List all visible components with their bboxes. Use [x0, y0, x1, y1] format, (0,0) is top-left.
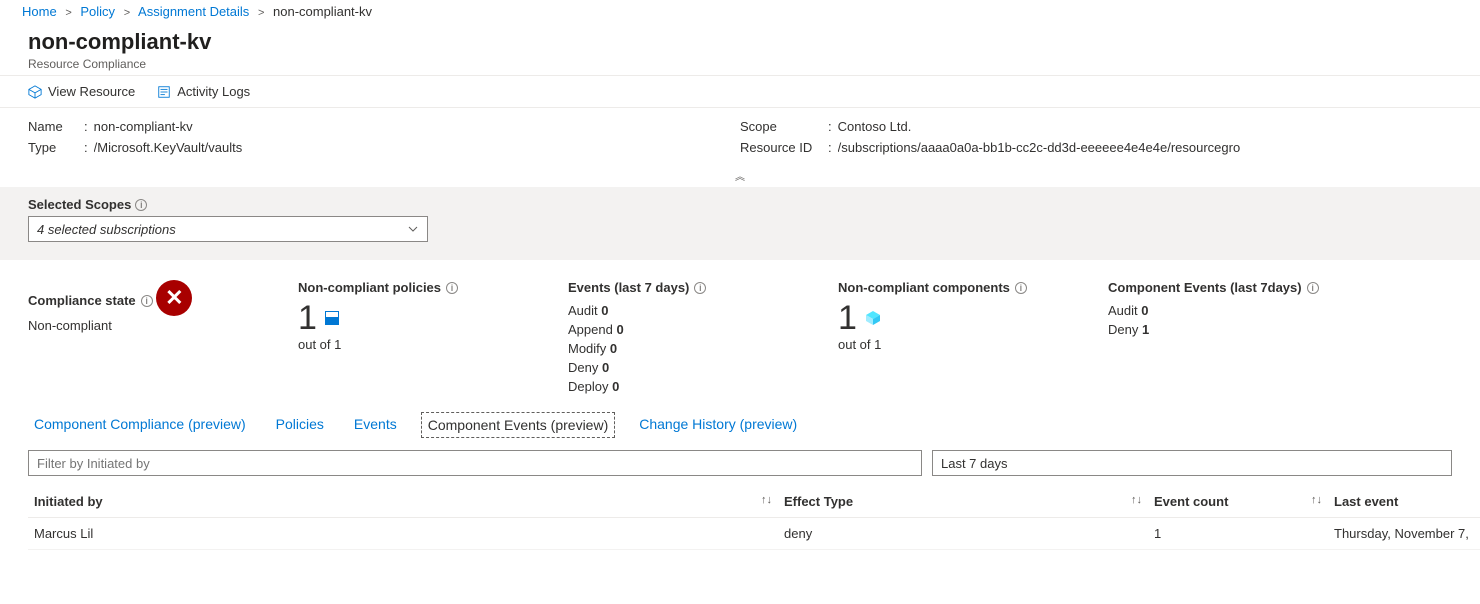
chevron-right-icon: > — [60, 7, 76, 19]
breadcrumb-current: non-compliant-kv — [273, 4, 372, 19]
time-range-select[interactable]: Last 7 days — [932, 450, 1452, 476]
cube-outline-icon — [28, 85, 42, 99]
prop-type-value: /Microsoft.KeyVault/vaults — [94, 140, 243, 155]
col-event-count[interactable]: Event count — [1154, 494, 1228, 509]
activity-logs-label: Activity Logs — [177, 84, 250, 99]
prop-resid-label: Resource ID — [740, 140, 822, 155]
prop-name-value: non-compliant-kv — [94, 119, 193, 134]
tabs: Component Compliance (preview) Policies … — [0, 406, 1480, 446]
info-icon[interactable]: i — [135, 199, 147, 211]
info-icon[interactable]: i — [141, 295, 153, 307]
col-last-event[interactable]: Last event — [1334, 494, 1398, 509]
stat-non-compliant-policies: Non-compliant policies i 1 out of 1 — [298, 280, 568, 396]
prop-type-label: Type — [28, 140, 78, 155]
chevron-down-icon — [407, 223, 419, 235]
table-row[interactable]: Marcus Lil deny 1 Thursday, November 7, — [28, 518, 1480, 550]
time-range-value: Last 7 days — [941, 456, 1008, 471]
sort-icon[interactable]: ↑↓ — [1307, 494, 1322, 506]
component-icon — [865, 310, 881, 326]
stat-events: Events (last 7 days) i Audit 0 Append 0 … — [568, 280, 838, 396]
prop-scope-label: Scope — [740, 119, 822, 134]
toolbar: View Resource Activity Logs — [0, 76, 1480, 107]
info-icon[interactable]: i — [1015, 282, 1027, 294]
compliance-state-label: Compliance state — [28, 293, 136, 308]
stats-row: Compliance state i ✕ Non-compliant Non-c… — [0, 260, 1480, 406]
policy-icon — [325, 311, 339, 325]
scopes-block: Selected Scopes i 4 selected subscriptio… — [0, 187, 1480, 260]
prop-scope-value: Contoso Ltd. — [838, 119, 912, 134]
cell-initiated: Marcus Lil — [28, 518, 778, 550]
stat-compliance-state: Compliance state i ✕ Non-compliant — [28, 280, 298, 396]
non-compliant-comp-num: 1 — [838, 301, 857, 335]
page-title: non-compliant-kv — [28, 29, 1452, 55]
chevron-right-icon: > — [253, 7, 269, 19]
non-compliant-policies-sub: out of 1 — [298, 337, 568, 352]
stat-non-compliant-components: Non-compliant components i 1 out of 1 — [838, 280, 1108, 396]
breadcrumb-policy[interactable]: Policy — [80, 4, 115, 19]
non-compliant-comp-label: Non-compliant components — [838, 280, 1010, 295]
prop-name-label: Name — [28, 119, 78, 134]
scopes-select[interactable]: 4 selected subscriptions — [28, 216, 428, 242]
filter-row: Last 7 days — [0, 446, 1480, 480]
breadcrumb-assignment[interactable]: Assignment Details — [138, 4, 249, 19]
log-icon — [157, 85, 171, 99]
compliance-state-value: Non-compliant — [28, 318, 298, 333]
view-resource-button[interactable]: View Resource — [28, 84, 135, 99]
tab-component-events[interactable]: Component Events (preview) — [421, 412, 616, 438]
events-label: Events (last 7 days) — [568, 280, 689, 295]
cell-last: Thursday, November 7, — [1328, 518, 1480, 550]
non-compliant-comp-sub: out of 1 — [838, 337, 1108, 352]
breadcrumb-home[interactable]: Home — [22, 4, 57, 19]
filter-initiated-by-input[interactable] — [28, 450, 922, 476]
info-icon[interactable]: i — [1307, 282, 1319, 294]
scopes-label: Selected Scopes i — [28, 197, 147, 212]
tab-events[interactable]: Events — [348, 412, 403, 438]
info-icon[interactable]: i — [446, 282, 458, 294]
view-resource-label: View Resource — [48, 84, 135, 99]
chevron-right-icon: > — [119, 7, 135, 19]
collapse-chevron-icon[interactable]: ︽ — [0, 168, 1480, 187]
page-subtitle: Resource Compliance — [28, 57, 1452, 71]
breadcrumb: Home > Policy > Assignment Details > non… — [0, 0, 1480, 23]
stat-component-events: Component Events (last 7days) i Audit 0 … — [1108, 280, 1378, 396]
sort-icon[interactable]: ↑↓ — [757, 494, 772, 506]
cell-count: 1 — [1148, 518, 1328, 550]
scopes-select-value: 4 selected subscriptions — [37, 222, 176, 237]
events-table: Initiated by ↑↓ Effect Type ↑↓ Event cou… — [28, 486, 1480, 550]
col-initiated-by[interactable]: Initiated by — [34, 494, 103, 509]
col-effect-type[interactable]: Effect Type — [784, 494, 853, 509]
prop-resid-value: /subscriptions/aaaa0a0a-bb1b-cc2c-dd3d-e… — [838, 140, 1241, 155]
activity-logs-button[interactable]: Activity Logs — [157, 84, 250, 99]
tab-policies[interactable]: Policies — [270, 412, 330, 438]
title-block: non-compliant-kv Resource Compliance — [0, 23, 1480, 75]
info-icon[interactable]: i — [694, 282, 706, 294]
comp-events-label: Component Events (last 7days) — [1108, 280, 1302, 295]
cell-effect: deny — [778, 518, 1148, 550]
sort-icon[interactable]: ↑↓ — [1127, 494, 1142, 506]
properties: Name : non-compliant-kv Type : /Microsof… — [0, 108, 1480, 168]
tab-change-history[interactable]: Change History (preview) — [633, 412, 803, 438]
non-compliant-icon: ✕ — [156, 280, 192, 316]
tab-component-compliance[interactable]: Component Compliance (preview) — [28, 412, 252, 438]
non-compliant-policies-label: Non-compliant policies — [298, 280, 441, 295]
non-compliant-policies-num: 1 — [298, 301, 317, 335]
